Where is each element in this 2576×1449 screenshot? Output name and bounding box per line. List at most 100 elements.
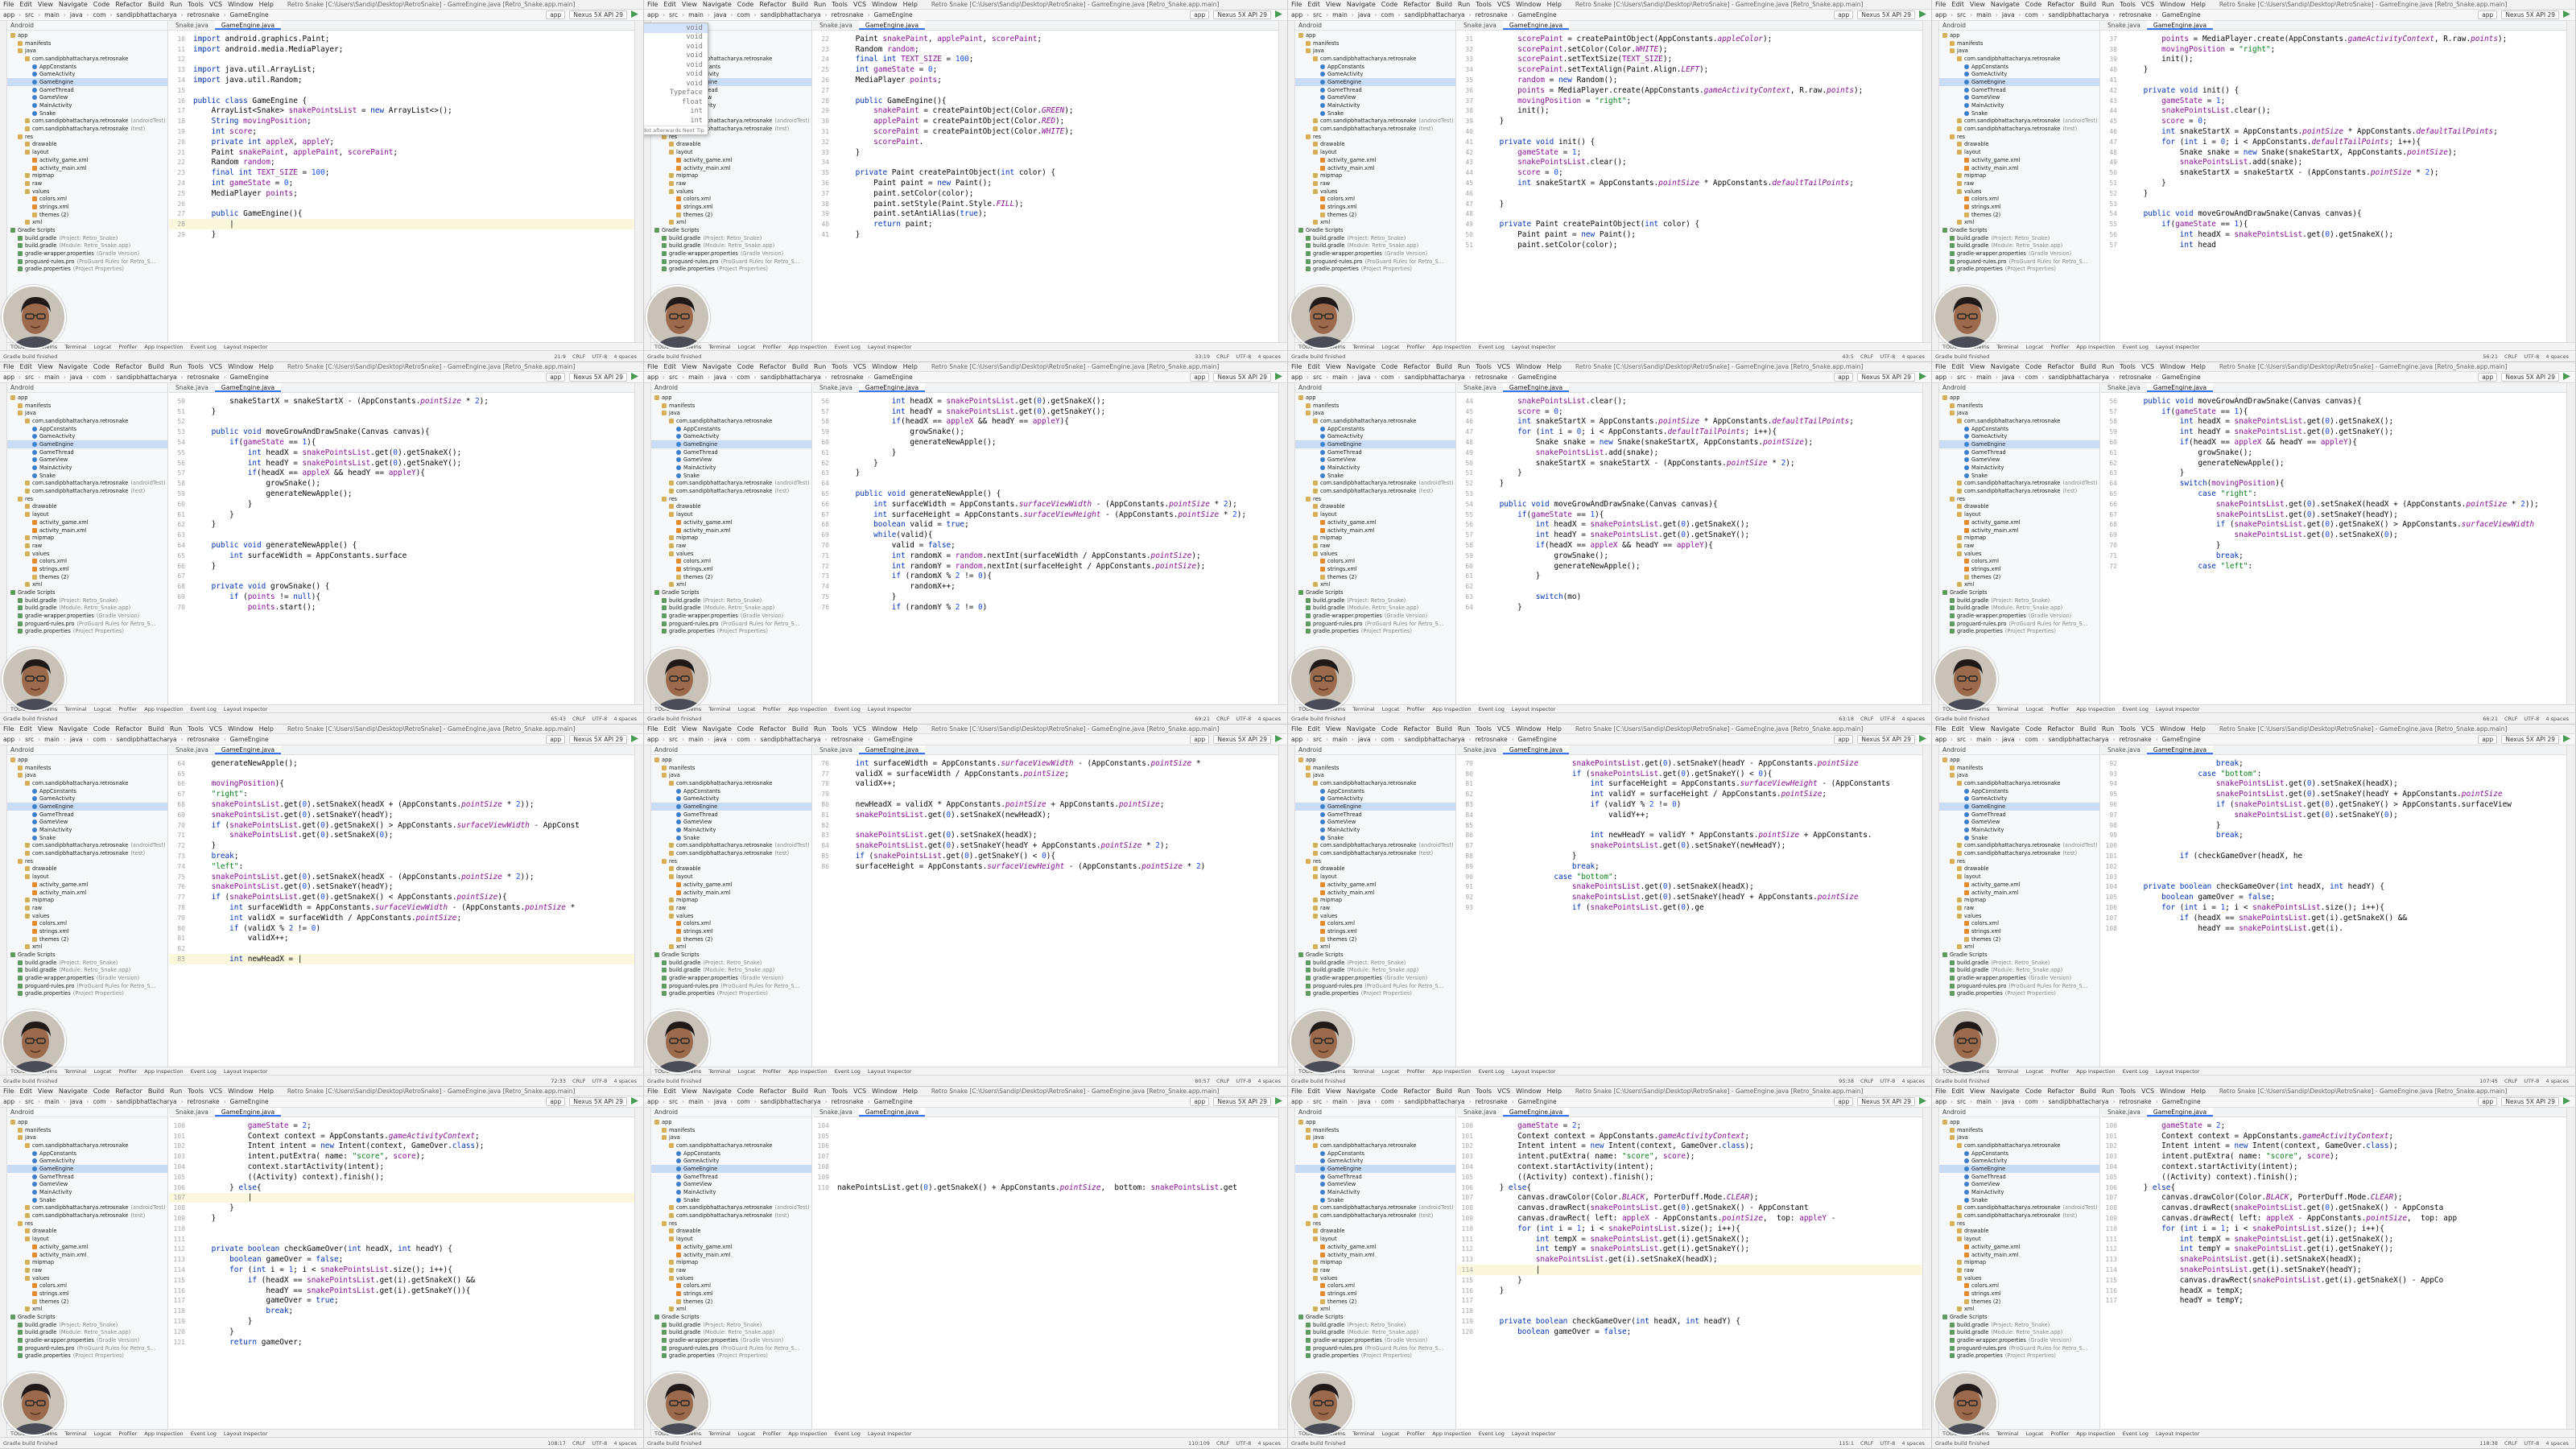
breadcrumb-com[interactable]: com bbox=[1381, 1098, 1394, 1105]
project-tree-item[interactable]: com.sandipbhattacharya.retrosnake bbox=[1939, 1141, 2099, 1150]
code-area[interactable]: 44 snakePointsList.clear(); 45 score = 0;… bbox=[1457, 393, 1922, 613]
project-tree-item[interactable]: values bbox=[7, 1274, 167, 1282]
project-tree-item[interactable]: gradle.properties (Project Properties) bbox=[651, 266, 811, 274]
breadcrumb-java[interactable]: java bbox=[70, 374, 83, 381]
line-separator[interactable]: CRLF bbox=[1216, 716, 1229, 722]
menu-tools[interactable]: Tools bbox=[1476, 363, 1492, 370]
project-tree-item[interactable]: AppConstants bbox=[651, 425, 811, 433]
menu-build[interactable]: Build bbox=[1436, 363, 1452, 370]
project-tree-item[interactable]: build.gradle (Module: Retro_Snake.app) bbox=[1939, 967, 2099, 975]
project-tree-item[interactable]: build.gradle (Project: Retro_Snake) bbox=[7, 234, 167, 242]
breadcrumb-src[interactable]: src bbox=[1313, 736, 1322, 743]
menu-tools[interactable]: Tools bbox=[188, 1, 204, 8]
project-tree-item[interactable]: mipmap bbox=[1295, 1258, 1455, 1266]
project-tree-item[interactable]: AppConstants bbox=[1939, 1150, 2099, 1158]
project-tree-item[interactable]: activity_main.xml bbox=[1295, 526, 1455, 535]
project-tree-item[interactable]: strings.xml bbox=[7, 203, 167, 211]
tool-window-logcat[interactable]: Logcat bbox=[94, 344, 112, 350]
project-tree-item[interactable]: layout bbox=[7, 148, 167, 156]
line-separator[interactable]: CRLF bbox=[572, 353, 585, 360]
project-tree-item[interactable]: app bbox=[1939, 1118, 2099, 1126]
project-tree-item[interactable]: GameView bbox=[1939, 94, 2099, 102]
project-tree-item[interactable]: com.sandipbhattacharya.retrosnake (androi… bbox=[651, 1204, 811, 1212]
tool-window-terminal[interactable]: Terminal bbox=[708, 706, 730, 712]
device-select[interactable]: Nexus 5X API 29 bbox=[569, 1097, 627, 1106]
breadcrumb-java[interactable]: java bbox=[1358, 11, 1371, 19]
project-tree-item[interactable]: gradle-wrapper.properties (Gradle Version… bbox=[1939, 612, 2099, 620]
project-tree-item[interactable]: colors.xml bbox=[1939, 557, 2099, 565]
project-tree-item[interactable]: GameView bbox=[7, 1181, 167, 1189]
menu-build[interactable]: Build bbox=[2080, 725, 2096, 733]
project-tree-item[interactable]: gradle.properties (Project Properties) bbox=[1295, 628, 1455, 636]
tool-window-logcat[interactable]: Logcat bbox=[94, 1430, 112, 1437]
breadcrumb-sandipbhattacharya[interactable]: sandipbhattacharya bbox=[2049, 374, 2109, 381]
project-tree-item[interactable]: build.gradle (Project: Retro_Snake) bbox=[1939, 1321, 2099, 1329]
project-tree-item[interactable]: res bbox=[651, 495, 811, 503]
project-tree-item[interactable]: Gradle Scripts bbox=[1295, 951, 1455, 959]
menu-file[interactable]: File bbox=[647, 1, 658, 8]
menu-code[interactable]: Code bbox=[93, 1088, 109, 1095]
run-config-select[interactable]: app bbox=[1190, 10, 1210, 19]
code-area[interactable]: 31 scorePaint = createPaintObject(AppCon… bbox=[1457, 31, 1922, 250]
project-tree-item[interactable]: AppConstants bbox=[1295, 425, 1455, 433]
tool-window-layout-inspector[interactable]: Layout Inspector bbox=[868, 1068, 911, 1075]
project-tree-item[interactable]: mipmap bbox=[7, 896, 167, 904]
device-select[interactable]: Nexus 5X API 29 bbox=[1857, 10, 1915, 19]
tool-window-logcat[interactable]: Logcat bbox=[94, 706, 112, 712]
menu-build[interactable]: Build bbox=[792, 363, 808, 370]
project-tree-item[interactable]: strings.xml bbox=[1295, 927, 1455, 935]
menu-vcs[interactable]: VCS bbox=[209, 363, 222, 370]
project-tree-item[interactable]: gradle-wrapper.properties (Gradle Version… bbox=[1939, 1336, 2099, 1344]
tool-window-profiler[interactable]: Profiler bbox=[2050, 344, 2069, 350]
project-tree-item[interactable]: AppConstants bbox=[1295, 63, 1455, 71]
code-area[interactable]: 100 gameState = 2; 101 Context context = … bbox=[169, 1117, 634, 1348]
editor-tab-gameengine-java[interactable]: GameEngine.java bbox=[1502, 1108, 1570, 1117]
project-tree-item[interactable]: res bbox=[7, 133, 167, 141]
breadcrumb-gameengine[interactable]: GameEngine bbox=[2162, 1098, 2201, 1105]
tool-window-terminal[interactable]: Terminal bbox=[64, 1068, 86, 1075]
project-tree-item[interactable]: GameActivity bbox=[1939, 432, 2099, 440]
tool-window-logcat[interactable]: Logcat bbox=[2026, 1068, 2044, 1075]
project-tree-item[interactable]: com.sandipbhattacharya.retrosnake bbox=[651, 779, 811, 787]
project-tree-item[interactable]: GameThread bbox=[651, 811, 811, 819]
menu-build[interactable]: Build bbox=[792, 1088, 808, 1095]
menu-window[interactable]: Window bbox=[1516, 1088, 1542, 1095]
project-tree-item[interactable]: java bbox=[1295, 47, 1455, 55]
editor-tab-gameengine-java[interactable]: GameEngine.java bbox=[858, 21, 926, 30]
project-tree-item[interactable]: gradle.properties (Project Properties) bbox=[1939, 990, 2099, 998]
project-panel-header[interactable]: Android bbox=[651, 383, 811, 393]
completion-item[interactable]: ascent()float bbox=[644, 97, 708, 107]
project-tree-item[interactable]: raw bbox=[7, 180, 167, 188]
run-icon[interactable] bbox=[2563, 373, 2570, 380]
project-tree-item[interactable]: values bbox=[1295, 550, 1455, 558]
menu-code[interactable]: Code bbox=[2025, 1, 2041, 8]
project-tree-item[interactable]: app bbox=[1295, 756, 1455, 764]
right-tool-strip[interactable] bbox=[1278, 1108, 1287, 1437]
breadcrumb-java[interactable]: java bbox=[70, 11, 83, 19]
project-tree-item[interactable]: AppConstants bbox=[7, 63, 167, 71]
project-tree-item[interactable]: MainActivity bbox=[7, 826, 167, 834]
tool-window-terminal[interactable]: Terminal bbox=[708, 1068, 730, 1075]
project-tree-item[interactable]: Gradle Scripts bbox=[1939, 226, 2099, 234]
run-config-select[interactable]: app bbox=[2478, 373, 2498, 382]
project-tree-item[interactable]: GameView bbox=[1295, 1181, 1455, 1189]
project-tree-item[interactable]: mipmap bbox=[7, 534, 167, 542]
project-tree-item[interactable]: MainActivity bbox=[1939, 101, 2099, 109]
project-tree-item[interactable]: gradle-wrapper.properties (Gradle Version… bbox=[651, 250, 811, 258]
breadcrumb-main[interactable]: main bbox=[1976, 736, 1992, 743]
project-tree-item[interactable]: Snake bbox=[651, 834, 811, 842]
cursor-position[interactable]: 110:109 bbox=[1188, 1440, 1210, 1447]
menu-help[interactable]: Help bbox=[1547, 363, 1562, 370]
tool-window-profiler[interactable]: Profiler bbox=[762, 1430, 781, 1437]
project-tree-item[interactable]: GameEngine bbox=[651, 803, 811, 811]
project-tree-item[interactable]: gradle.properties (Project Properties) bbox=[7, 266, 167, 274]
tool-window-terminal[interactable]: Terminal bbox=[1996, 706, 2018, 712]
project-tree-item[interactable]: GameView bbox=[1295, 819, 1455, 827]
menu-file[interactable]: File bbox=[1291, 1088, 1302, 1095]
menu-window[interactable]: Window bbox=[1516, 1, 1542, 8]
editor-tab-gameengine-java[interactable]: GameEngine.java bbox=[214, 745, 282, 754]
project-tree-item[interactable]: app bbox=[1295, 394, 1455, 402]
cursor-position[interactable]: 95:38 bbox=[1839, 1078, 1854, 1084]
menu-file[interactable]: File bbox=[3, 725, 14, 733]
project-tree-item[interactable]: com.sandipbhattacharya.retrosnake (test) bbox=[651, 849, 811, 857]
